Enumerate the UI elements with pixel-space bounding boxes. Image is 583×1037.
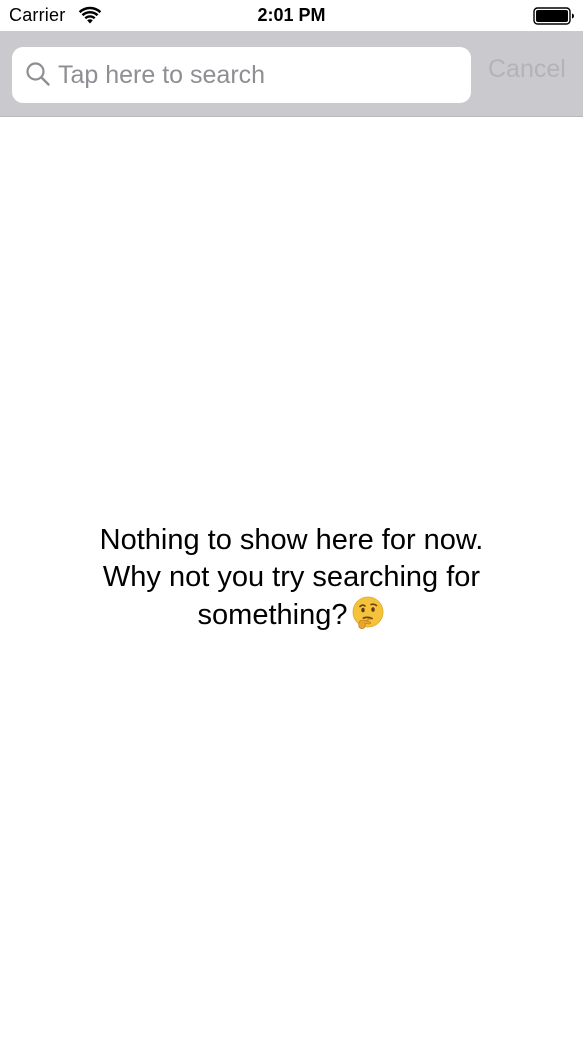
thinking-face-emoji-icon <box>353 596 384 629</box>
empty-state-line-3-text: something? <box>197 599 348 631</box>
status-bar: Carrier 2:01 PM <box>0 0 583 31</box>
empty-state-line-1: Nothing to show here for now. <box>99 524 484 556</box>
battery-full-icon <box>533 7 574 25</box>
empty-state-message: Nothing to show here for now. Why not yo… <box>40 522 543 634</box>
search-field[interactable] <box>12 47 471 103</box>
empty-state-line-2: Why not you try searching for <box>102 561 481 593</box>
status-time: 2:01 PM <box>257 5 326 25</box>
search-bar: Cancel <box>0 31 583 117</box>
screen: Carrier 2:01 PM Cancel Nothing to show h… <box>0 0 583 1037</box>
search-input[interactable] <box>58 47 458 103</box>
magnifying-glass-icon <box>26 62 50 86</box>
cancel-button[interactable]: Cancel <box>488 55 566 84</box>
empty-state-line-3: something? <box>40 596 543 634</box>
